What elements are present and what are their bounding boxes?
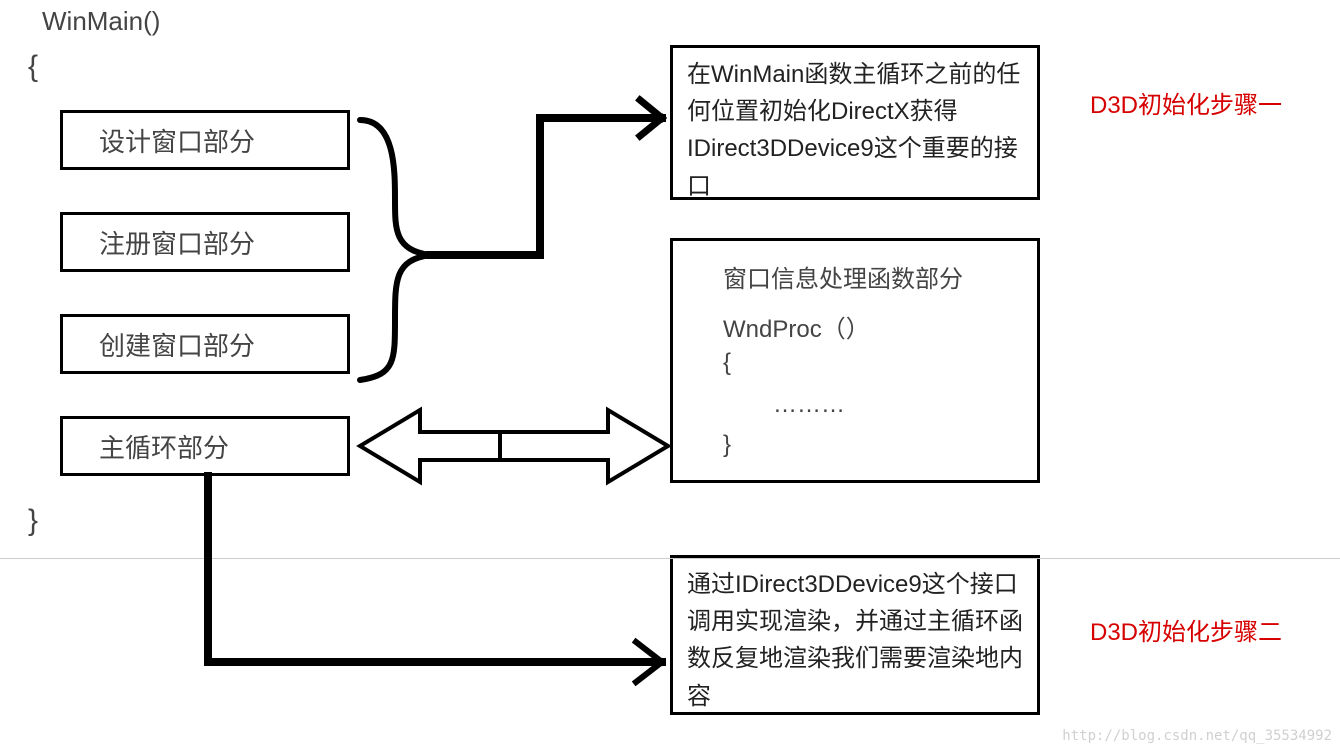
winmain-label: WinMain() [42, 6, 160, 37]
diagram-canvas: WinMain() { } 设计窗口部分 注册窗口部分 创建窗口部分 主循环部分… [0, 0, 1340, 750]
box-step1: 在WinMain函数主循环之前的任何位置初始化DirectX获得IDirect3… [670, 45, 1040, 200]
box-create-window: 创建窗口部分 [60, 314, 350, 374]
box-register-window-label: 注册窗口部分 [99, 224, 255, 261]
wndproc-close-brace: } [723, 431, 731, 459]
divider-line [0, 558, 1340, 559]
box-design-window: 设计窗口部分 [60, 110, 350, 170]
box-step2-text: 通过IDirect3DDevice9这个接口调用实现渲染，并通过主循环函数反复地… [687, 566, 1023, 715]
box-design-window-label: 设计窗口部分 [99, 122, 255, 159]
brace-icon [360, 120, 430, 380]
box-main-loop: 主循环部分 [60, 416, 350, 476]
arrow-mainloop-to-step2 [208, 476, 662, 682]
double-arrow-icon [360, 410, 668, 482]
box-step1-text: 在WinMain函数主循环之前的任何位置初始化DirectX获得IDirect3… [687, 56, 1023, 205]
open-brace: { [28, 50, 38, 84]
label-step1: D3D初始化步骤一 [1090, 85, 1282, 120]
box-step2: 通过IDirect3DDevice9这个接口调用实现渲染，并通过主循环函数反复地… [670, 555, 1040, 715]
box-create-window-label: 创建窗口部分 [99, 326, 255, 363]
watermark: http://blog.csdn.net/qq_35534992 [1062, 728, 1332, 744]
wndproc-open-brace: { [723, 349, 731, 377]
wndproc-title: 窗口信息处理函数部分 [723, 259, 963, 294]
wndproc-func: WndProc（） [723, 309, 870, 344]
label-step2: D3D初始化步骤二 [1090, 612, 1282, 647]
box-register-window: 注册窗口部分 [60, 212, 350, 272]
box-main-loop-label: 主循环部分 [99, 428, 229, 465]
box-wndproc: 窗口信息处理函数部分 WndProc（） { ……… } [670, 238, 1040, 483]
wndproc-dots: ……… [773, 391, 845, 419]
close-brace: } [28, 504, 38, 538]
arrow-brace-to-step1 [430, 100, 662, 255]
